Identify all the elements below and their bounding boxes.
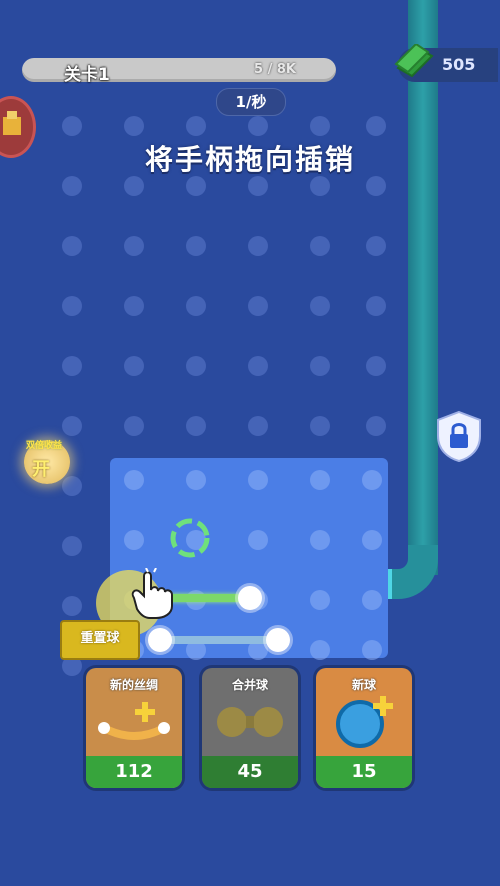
peg[interactable] xyxy=(186,356,206,376)
peg[interactable] xyxy=(186,470,206,490)
peg[interactable] xyxy=(62,296,82,316)
level-progress-text: 5 / 8K xyxy=(254,62,296,77)
card-title: 新的丝绸 xyxy=(109,678,158,692)
peg[interactable] xyxy=(362,590,382,610)
peg[interactable] xyxy=(310,470,330,490)
income-rate: 1/秒 xyxy=(216,88,286,116)
cash-icon xyxy=(394,44,434,78)
peg[interactable] xyxy=(62,596,82,616)
peg[interactable] xyxy=(62,236,82,256)
peg[interactable] xyxy=(362,530,382,550)
bonus-glyph: 开 xyxy=(32,459,50,480)
peg[interactable] xyxy=(124,116,144,136)
peg[interactable] xyxy=(124,236,144,256)
card-cost: 15 xyxy=(316,756,412,788)
peg[interactable] xyxy=(248,176,268,196)
cash-value: 505 xyxy=(442,55,476,74)
peg[interactable] xyxy=(62,356,82,376)
peg[interactable] xyxy=(310,590,330,610)
card-merge-balls[interactable]: 合并球 45 xyxy=(202,668,298,788)
peg[interactable] xyxy=(248,470,268,490)
rope-start-handle[interactable] xyxy=(148,628,172,652)
peg[interactable] xyxy=(124,176,144,196)
peg[interactable] xyxy=(124,356,144,376)
peg[interactable] xyxy=(248,530,268,550)
drop-zone[interactable] xyxy=(110,458,388,658)
reset-balls-button[interactable]: 重置球 xyxy=(60,620,140,660)
peg[interactable] xyxy=(362,640,382,660)
peg[interactable] xyxy=(124,416,144,436)
pipe-bend xyxy=(384,545,438,599)
peg[interactable] xyxy=(366,176,386,196)
card-cost: 112 xyxy=(86,756,182,788)
peg[interactable] xyxy=(366,296,386,316)
peg[interactable] xyxy=(310,176,330,196)
peg[interactable] xyxy=(310,356,330,376)
level-label: 关卡1 xyxy=(64,65,110,85)
peg[interactable] xyxy=(186,236,206,256)
instruction-text: 将手柄拖向插销 xyxy=(144,143,355,176)
card-cost: 45 xyxy=(202,756,298,788)
peg[interactable] xyxy=(62,416,82,436)
level-progress-bar: 关卡1 5 / 8K xyxy=(22,58,336,85)
game-board: 关卡1 5 / 8K 1/秒 505 将手柄拖向插销 双倍收益 开 重置球 新的… xyxy=(0,0,500,886)
peg[interactable] xyxy=(248,236,268,256)
peg[interactable] xyxy=(366,236,386,256)
peg[interactable] xyxy=(366,416,386,436)
target-ring-icon[interactable] xyxy=(168,516,212,560)
peg[interactable] xyxy=(310,530,330,550)
pointer-hand-icon xyxy=(131,568,173,619)
peg[interactable] xyxy=(62,116,82,136)
peg[interactable] xyxy=(248,356,268,376)
card-title: 合并球 xyxy=(231,678,268,692)
peg[interactable] xyxy=(62,536,82,556)
peg[interactable] xyxy=(248,116,268,136)
rope-plus-icon xyxy=(98,702,170,740)
peg[interactable] xyxy=(310,640,330,660)
peg[interactable] xyxy=(362,470,382,490)
lock-icon[interactable] xyxy=(436,410,482,462)
peg[interactable] xyxy=(310,296,330,316)
peg[interactable] xyxy=(186,176,206,196)
peg[interactable] xyxy=(310,416,330,436)
rope-end-handle[interactable] xyxy=(266,628,290,652)
peg[interactable] xyxy=(366,116,386,136)
peg[interactable] xyxy=(124,470,144,490)
peg[interactable] xyxy=(124,530,144,550)
rope-blue[interactable] xyxy=(160,636,280,644)
card-new-ball[interactable]: 新球 15 xyxy=(316,668,412,788)
peg[interactable] xyxy=(62,176,82,196)
peg[interactable] xyxy=(186,116,206,136)
card-title: 新球 xyxy=(351,678,376,692)
peg[interactable] xyxy=(186,296,206,316)
peg[interactable] xyxy=(124,296,144,316)
peg[interactable] xyxy=(248,296,268,316)
card-new-rope[interactable]: 新的丝绸 112 xyxy=(86,668,182,788)
peg[interactable] xyxy=(310,236,330,256)
peg[interactable] xyxy=(62,476,82,496)
peg[interactable] xyxy=(186,416,206,436)
peg[interactable] xyxy=(248,416,268,436)
rope-end-handle[interactable] xyxy=(238,586,262,610)
peg[interactable] xyxy=(366,356,386,376)
peg[interactable] xyxy=(310,116,330,136)
ball-pipe xyxy=(408,0,438,575)
new-ball-icon xyxy=(336,696,393,748)
bonus-tag: 双倍收益 xyxy=(26,441,63,451)
merge-balls-icon xyxy=(217,707,283,737)
